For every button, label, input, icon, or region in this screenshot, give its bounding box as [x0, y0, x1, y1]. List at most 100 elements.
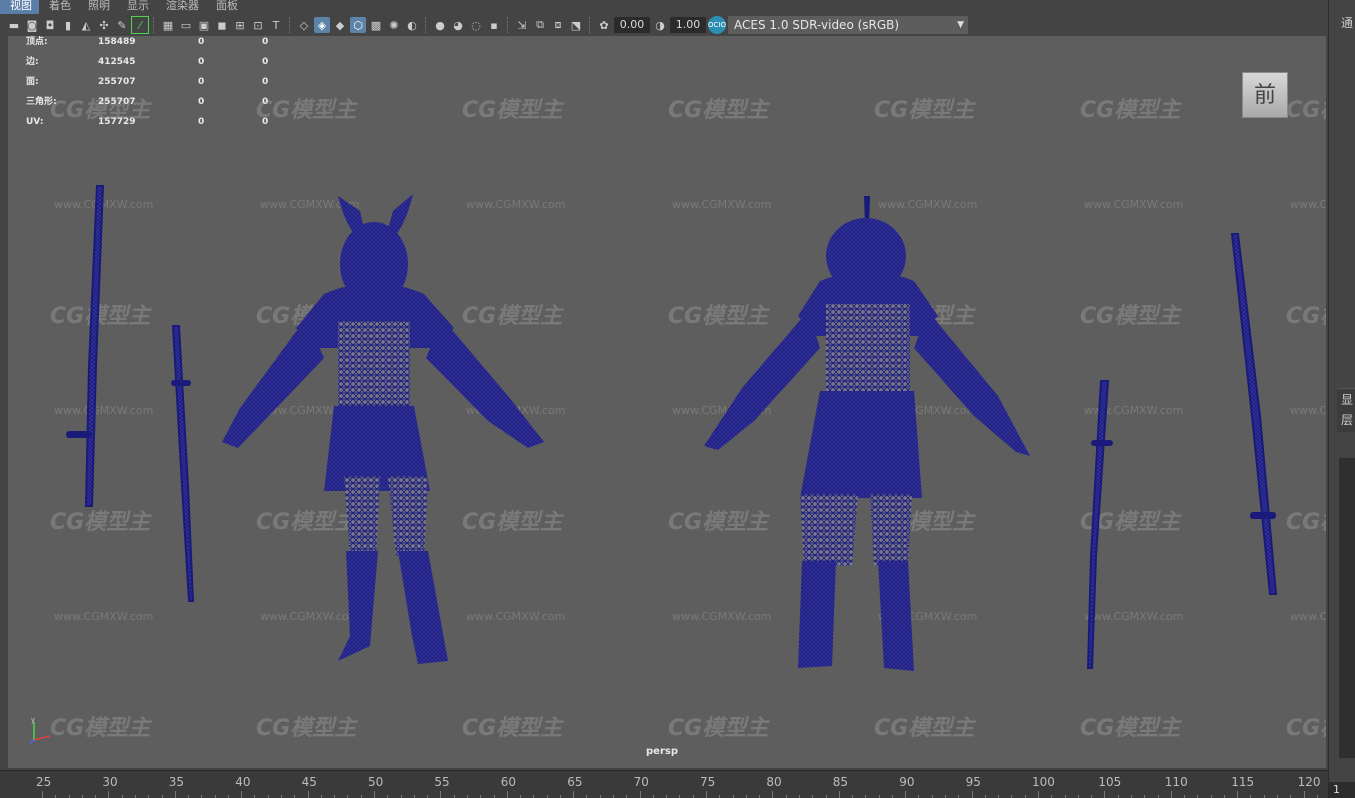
wireframe-on-shaded-icon[interactable]: ⬡ [350, 17, 366, 33]
hud-v1: 255707 [98, 77, 136, 87]
wireframe-icon[interactable]: ◇ [296, 17, 312, 33]
motion-blur-icon[interactable]: ◕ [450, 17, 466, 33]
field-chart-icon[interactable]: ⊞ [232, 17, 248, 33]
samurai-back-mesh [704, 196, 1030, 671]
timeline-tick-mark [42, 791, 43, 798]
anti-aliasing-icon[interactable]: ◌ [468, 17, 484, 33]
hud-v1: 158489 [98, 37, 136, 47]
timeline-tick-label: 55 [434, 775, 450, 789]
timeline-tick-mark [1170, 791, 1172, 798]
maya-window: 视图 着色 照明 显示 渲染器 面板 ▬ ◙ ◘ ▮ ◭ ✣ ✎ ⁄ ▦ ▭ ▣… [0, 0, 1355, 798]
timeline-tick-mark [307, 791, 309, 798]
timeline-tick-label: 40 [235, 775, 251, 789]
color-management-icon[interactable]: OCIO [708, 16, 726, 34]
exposure-field[interactable]: 0.00 [614, 17, 650, 33]
grid-icon[interactable]: ▦ [160, 17, 176, 33]
textured-icon[interactable]: ▩ [368, 17, 384, 33]
camera-icon[interactable]: ◙ [24, 17, 40, 33]
color-space-dropdown[interactable]: ACES 1.0 SDR-video (sRGB) ▼ [728, 16, 968, 34]
timeline-tick-mark [374, 791, 375, 798]
current-frame-field[interactable]: 1 [1328, 782, 1355, 798]
select-camera-icon[interactable]: ▬ [6, 17, 22, 33]
toolbar-divider [153, 17, 155, 33]
timeline-tick-label: 50 [368, 775, 384, 789]
xray-joints-icon[interactable]: ⧈ [550, 17, 566, 33]
menu-show[interactable]: 显示 [117, 0, 156, 14]
timeline-tick-mark [506, 791, 508, 798]
timeline-tick-label: 80 [766, 775, 782, 789]
grease-pencil-icon[interactable]: ✎ [114, 17, 130, 33]
svg-text:y: y [31, 716, 35, 724]
bookmark-icon[interactable]: ▮ [60, 17, 76, 33]
panel-truncated-label: 通 [1341, 16, 1354, 30]
katana-right-short [1086, 380, 1113, 669]
safe-title-icon[interactable]: T [268, 17, 284, 33]
timeline-tick-mark [1104, 791, 1106, 798]
chevron-down-icon: ▼ [957, 20, 964, 30]
timeline-tick-mark [241, 791, 243, 798]
menu-renderer[interactable]: 渲染器 [156, 0, 206, 14]
3d-viewport[interactable]: CG模型主CG模型主CG模型主CG模型主CG模型主CG模型主CG模型主CG模型主… [8, 36, 1326, 768]
display-tab-label[interactable]: 显 [1341, 391, 1353, 408]
2d-pan-zoom-icon[interactable]: ✣ [96, 17, 112, 33]
timeline-tick-label: 110 [1164, 775, 1188, 789]
timeline-tick-label: 90 [899, 775, 915, 789]
image-plane-icon[interactable]: ◭ [78, 17, 94, 33]
light-icon[interactable]: ✺ [386, 17, 402, 33]
gate-mask-icon[interactable]: ◼ [214, 17, 230, 33]
hud-row: 顶点: 158489 0 0 [26, 36, 292, 56]
menu-view[interactable]: 视图 [0, 0, 39, 14]
depth-of-field-icon[interactable]: ▪ [486, 17, 502, 33]
camera-name-label: persp [646, 746, 678, 757]
viewcube[interactable]: 前 [1242, 72, 1288, 118]
timeline-tick-mark [971, 791, 973, 798]
xray-icon[interactable]: ⧉ [532, 17, 548, 33]
timeline-tick-mark [573, 791, 575, 798]
hud-v3: 0 [262, 57, 269, 67]
safe-action-icon[interactable]: ⊡ [250, 17, 266, 33]
film-gate-icon[interactable]: ▭ [178, 17, 194, 33]
hud-v2: 0 [198, 57, 205, 67]
layer-tab-label[interactable]: 层 [1341, 411, 1353, 428]
exposure-icon[interactable]: ✿ [596, 17, 612, 33]
hud-label: 面: [26, 77, 39, 87]
layer-list-area[interactable] [1339, 458, 1355, 758]
backface-culling-icon[interactable]: ⬔ [568, 17, 584, 33]
timeline-tick-mark [838, 791, 840, 798]
hud-label: 三角形: [26, 97, 57, 107]
shaded-wireframe-icon[interactable]: ◆ [332, 17, 348, 33]
timeline-tick-mark [905, 791, 907, 798]
timeline-tick-mark [1237, 791, 1239, 798]
gamma-field[interactable]: 1.00 [670, 17, 706, 33]
menu-panels[interactable]: 面板 [206, 0, 245, 14]
hud-row: 边: 412545 0 0 [26, 56, 292, 76]
hud-v2: 0 [198, 37, 205, 47]
timeline-tick-label: 75 [700, 775, 716, 789]
timeline-tick-label: 105 [1098, 775, 1122, 789]
hud-v2: 0 [198, 77, 205, 87]
gamma-icon[interactable]: ◑ [652, 17, 668, 33]
katana-right-long [1230, 233, 1278, 595]
resolution-gate-icon[interactable]: ▣ [196, 17, 212, 33]
pencil-icon[interactable]: ⁄ [131, 16, 149, 34]
axis-gizmo: y [29, 716, 51, 744]
isolate-icon[interactable]: ⇲ [514, 17, 530, 33]
timeline-tick-label: 35 [168, 775, 185, 789]
hud-v3: 0 [262, 97, 269, 107]
hud-row: UV: 157729 0 0 [26, 116, 292, 136]
menu-lighting[interactable]: 照明 [78, 0, 117, 14]
smooth-shade-icon[interactable]: ◈ [314, 17, 330, 33]
toolbar-divider [507, 17, 509, 33]
timeline-tick-mark [174, 791, 176, 798]
poly-count-hud: 顶点: 158489 0 0 边: 412545 0 0 面: 255707 0 0 三角形: 25570… [26, 36, 292, 136]
shadows-icon[interactable]: ◐ [404, 17, 420, 33]
layer-editor-header: 显 层 [1337, 388, 1355, 432]
menu-shading[interactable]: 着色 [39, 0, 78, 14]
time-slider[interactable]: 25 30 35 40 45 50 55 60 65 70 75 80 85 90 95 100 105 110 1… [0, 770, 1345, 798]
screen-space-ao-icon[interactable]: ● [432, 17, 448, 33]
camera-attr-icon[interactable]: ◘ [42, 17, 58, 33]
toolbar-divider [289, 17, 291, 33]
wireframe-models [66, 185, 1278, 671]
timeline-tick-label: 100 [1032, 775, 1055, 789]
hud-row: 面: 255707 0 0 [26, 76, 292, 96]
